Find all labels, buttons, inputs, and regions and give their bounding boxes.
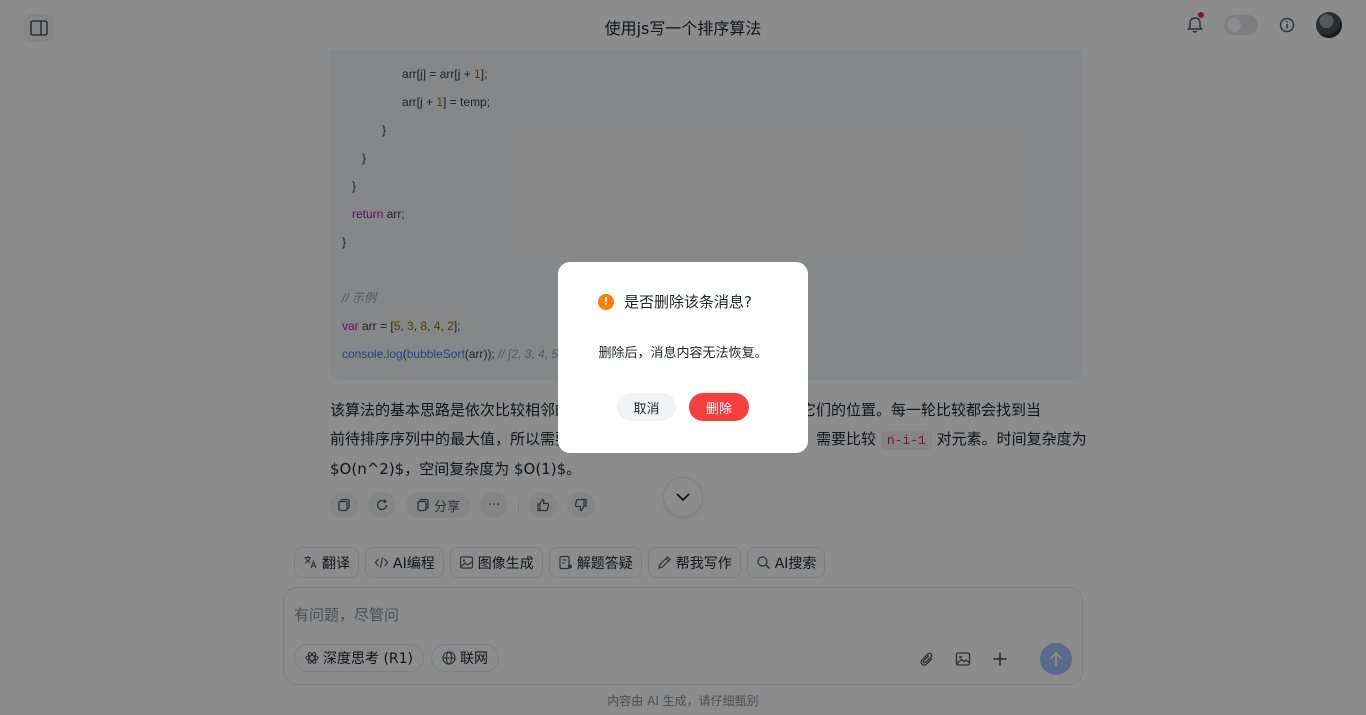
dialog-message: 删除后，消息内容无法恢复。	[598, 346, 768, 361]
warning-icon: !	[598, 293, 614, 310]
dialog-title: ! 是否删除该条消息?	[598, 291, 752, 312]
delete-confirm-dialog: ! 是否删除该条消息? 删除后，消息内容无法恢复。 取消 删除	[558, 262, 808, 453]
dialog-title-text: 是否删除该条消息?	[624, 293, 752, 311]
cancel-button[interactable]: 取消	[617, 393, 676, 421]
delete-button[interactable]: 删除	[689, 393, 749, 421]
